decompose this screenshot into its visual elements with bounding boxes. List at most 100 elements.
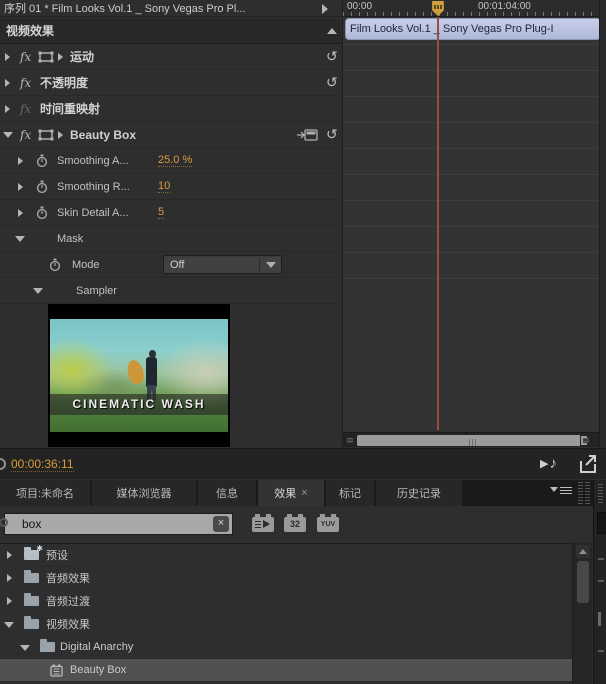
hscroll-left-handle[interactable]: [344, 435, 356, 446]
figure-head: [149, 350, 156, 358]
disclosure-icon[interactable]: [5, 53, 10, 61]
play-audio-button[interactable]: ▶♪: [540, 455, 557, 472]
sampler-preview-thumbnail[interactable]: CINEMATIC WASH: [48, 304, 230, 447]
yuv-effects-filter[interactable]: YUV: [317, 517, 339, 532]
tree-row-audio-effects[interactable]: 音频效果: [0, 567, 572, 590]
param-row-smoothing-amount[interactable]: Smoothing A... 25.0 %: [0, 148, 341, 174]
disclosure-open-icon[interactable]: [4, 622, 14, 628]
timeline-clip[interactable]: Film Looks Vol.1 _ Sony Vegas Pro Plug-I: [345, 18, 601, 40]
tree-item-label[interactable]: 预设: [46, 547, 68, 563]
stopwatch-icon[interactable]: [36, 180, 48, 194]
param-value[interactable]: 10: [158, 180, 170, 193]
scrollbar-thumb[interactable]: [577, 561, 589, 603]
caption-band: CINEMATIC WASH: [50, 394, 228, 415]
effects-search-input[interactable]: [4, 513, 233, 535]
fx-icon[interactable]: fx: [20, 76, 31, 90]
close-tab-icon[interactable]: ×: [301, 487, 307, 499]
disclosure-icon[interactable]: [18, 157, 23, 165]
tab-info[interactable]: 信息: [198, 480, 256, 506]
setup-dialog-icon[interactable]: [296, 129, 318, 141]
disclosure-icon[interactable]: [18, 183, 23, 191]
param-group-mask[interactable]: Mask: [0, 226, 341, 252]
tab-markers[interactable]: 标记: [326, 480, 374, 506]
tab-project[interactable]: 项目:未命名: [0, 480, 90, 506]
tab-effects[interactable]: 效果 ×: [258, 480, 324, 506]
disclosure-icon[interactable]: [7, 551, 12, 559]
tree-row-digital-anarchy[interactable]: Digital Anarchy: [0, 636, 572, 659]
disclosure-icon[interactable]: [18, 209, 23, 217]
tree-item-label[interactable]: Digital Anarchy: [60, 641, 133, 653]
fx-icon[interactable]: fx: [20, 50, 31, 64]
reset-effect-icon[interactable]: ↺: [326, 75, 338, 89]
param-name: Smoothing A...: [57, 155, 129, 167]
reset-effect-icon[interactable]: ↺: [326, 49, 338, 63]
lane-divider: [343, 44, 606, 45]
figure-bag: [126, 358, 146, 385]
effects-tree-scrollbar[interactable]: [572, 543, 592, 684]
tree-row-video-effects[interactable]: 视频效果: [0, 613, 572, 636]
fx-icon[interactable]: fx: [20, 128, 31, 142]
param-row-skin-detail[interactable]: Skin Detail A... 5: [0, 200, 341, 226]
effect-row-time-remapping[interactable]: fx 时间重映射: [0, 96, 341, 122]
stopwatch-icon[interactable]: [36, 206, 48, 220]
titlebar-play-icon[interactable]: [322, 4, 328, 14]
disclosure-icon[interactable]: [5, 105, 10, 113]
param-value[interactable]: 5: [158, 206, 164, 219]
effect-name[interactable]: 运动: [70, 48, 94, 65]
param-value[interactable]: 25.0 %: [158, 154, 192, 167]
scroll-up-button[interactable]: [576, 545, 590, 558]
reset-effect-icon[interactable]: ↺: [326, 127, 338, 141]
effect-controls-timeline[interactable]: 00:00 00:01:04:00 Film Looks Vol.1 _ Son…: [342, 0, 606, 447]
tree-row-presets[interactable]: ✱ 预设: [0, 544, 572, 567]
sequence-clip-title: 序列 01 * Film Looks Vol.1 _ Sony Vegas Pr…: [4, 0, 246, 16]
tab-history[interactable]: 历史记录: [376, 480, 462, 506]
disclosure-open-icon[interactable]: [33, 288, 43, 294]
effect-name[interactable]: 不透明度: [40, 74, 88, 91]
effect-name[interactable]: 时间重映射: [40, 100, 100, 117]
stopwatch-icon[interactable]: [49, 258, 61, 272]
play-icon: ▶: [540, 457, 548, 470]
disclosure-icon[interactable]: [5, 79, 10, 87]
playhead-line[interactable]: [437, 17, 439, 430]
hscroll-right-handle[interactable]: [580, 435, 592, 446]
effect-row-motion[interactable]: fx 运动 ↺: [0, 44, 341, 70]
param-row-mode[interactable]: Mode Off: [0, 252, 341, 278]
accelerated-effects-filter[interactable]: [252, 517, 274, 532]
sparkle-icon: ✱: [36, 544, 43, 553]
tree-row-audio-transitions[interactable]: 音频过渡: [0, 590, 572, 613]
tree-item-label[interactable]: 音频效果: [46, 570, 90, 586]
param-row-smoothing-radius[interactable]: Smoothing R... 10: [0, 174, 341, 200]
effect-name[interactable]: Beauty Box: [70, 128, 136, 142]
bit32-effects-filter[interactable]: 32: [284, 517, 306, 532]
tree-item-label[interactable]: Beauty Box: [70, 664, 126, 676]
tree-row-beauty-box[interactable]: Beauty Box: [0, 659, 572, 682]
effect-row-beauty-box[interactable]: fx Beauty Box ↺: [0, 122, 341, 148]
disclosure-icon[interactable]: [7, 574, 12, 582]
tree-item-label[interactable]: 视频效果: [46, 616, 90, 632]
video-effects-section-header[interactable]: 视频效果: [0, 18, 341, 44]
param-group-sampler[interactable]: Sampler: [0, 278, 341, 304]
lane-divider: [343, 96, 606, 97]
export-frame-button[interactable]: [578, 453, 600, 475]
disclosure-open-icon[interactable]: [15, 236, 25, 242]
stopwatch-icon[interactable]: [36, 154, 48, 168]
collapse-section-icon[interactable]: [327, 28, 337, 34]
timeline-hscrollbar[interactable]: [343, 432, 606, 447]
current-timecode[interactable]: 00:00:36:11: [11, 457, 74, 472]
partial-glyph: [598, 650, 604, 652]
timeline-ruler[interactable]: 00:00 00:01:04:00: [343, 0, 606, 17]
panel-menu-button[interactable]: [550, 485, 572, 494]
mode-dropdown[interactable]: Off: [163, 255, 282, 274]
accel-play-icon: [263, 520, 270, 528]
effect-row-opacity[interactable]: fx 不透明度 ↺: [0, 70, 341, 96]
tab-media-browser[interactable]: 媒体浏览器: [92, 480, 196, 506]
disclosure-open-icon[interactable]: [20, 645, 30, 651]
tree-item-label[interactable]: 音频过渡: [46, 593, 90, 609]
disclosure-open-icon[interactable]: [3, 132, 13, 138]
fx-icon-disabled: fx: [20, 102, 31, 116]
disclosure-icon[interactable]: [7, 597, 12, 605]
hscroll-thumb[interactable]: [357, 435, 587, 446]
ruler-ticks: [343, 12, 606, 16]
lane-divider: [343, 70, 606, 71]
clear-search-button[interactable]: ×: [213, 516, 229, 532]
